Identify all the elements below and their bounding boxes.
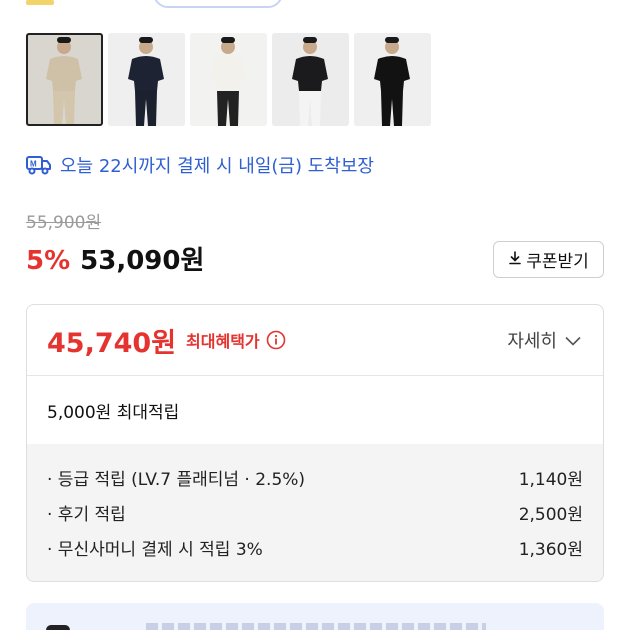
points-item: · 등급 적립 (LV.7 플래티넘 · 2.5%) 1,140원	[47, 460, 583, 495]
thumbnail-5[interactable]	[354, 33, 431, 126]
top-partial-pill[interactable]	[153, 0, 283, 8]
top-partial-element	[26, 0, 54, 5]
points-item-value: 1,140원	[518, 470, 583, 490]
sale-price: 53,090원	[80, 246, 205, 276]
banner-text-cut	[146, 623, 486, 630]
thumbnail-1[interactable]	[26, 33, 103, 126]
points-item-label: · 후기 적립	[47, 505, 126, 525]
bottom-banner[interactable]	[26, 603, 604, 630]
points-item-label: · 무신사머니 결제 시 적립 3%	[47, 540, 263, 560]
points-item-label: · 등급 적립 (LV.7 플래티넘 · 2.5%)	[47, 470, 306, 490]
max-benefit-label: 최대혜택가	[186, 332, 260, 351]
points-breakdown: · 등급 적립 (LV.7 플래티넘 · 2.5%) 1,140원 · 후기 적…	[27, 444, 603, 581]
download-icon	[508, 250, 522, 270]
benefit-header: 45,740원 최대혜택가 자세히	[27, 305, 603, 375]
points-item: · 무신사머니 결제 시 적립 3% 1,360원	[47, 530, 583, 565]
chevron-down-icon	[565, 330, 581, 351]
coupon-button[interactable]: 쿠폰받기	[493, 241, 604, 278]
info-icon[interactable]	[266, 330, 286, 350]
thumbnail-2[interactable]	[108, 33, 185, 126]
detail-toggle[interactable]: 자세히	[507, 305, 581, 375]
points-item-value: 2,500원	[518, 505, 583, 525]
truck-icon: M	[26, 154, 52, 176]
detail-label: 자세히	[507, 331, 557, 352]
delivery-text: 오늘 22시까지 결제 시 내일(금) 도착보장	[60, 156, 374, 177]
coupon-label: 쿠폰받기	[526, 252, 589, 272]
points-total: 5,000원 최대적립	[47, 402, 180, 423]
delivery-guarantee: M 오늘 22시까지 결제 시 내일(금) 도착보장	[26, 152, 374, 178]
thumbnail-3[interactable]	[190, 33, 267, 126]
thumbnail-strip	[26, 33, 431, 126]
benefit-box: 45,740원 최대혜택가 자세히 5,000원 최대적립 · 등급 적립 (L…	[26, 304, 604, 582]
points-item-value: 1,360원	[518, 540, 583, 560]
svg-text:M: M	[30, 160, 37, 169]
banner-icon	[46, 625, 70, 630]
price-row: 5% 53,090원	[26, 240, 204, 277]
points-item: · 후기 적립 2,500원	[47, 495, 583, 530]
original-price: 55,900원	[26, 213, 102, 233]
discount-rate: 5%	[26, 246, 71, 276]
thumbnail-4[interactable]	[272, 33, 349, 126]
max-benefit-price: 45,740원	[47, 327, 177, 359]
